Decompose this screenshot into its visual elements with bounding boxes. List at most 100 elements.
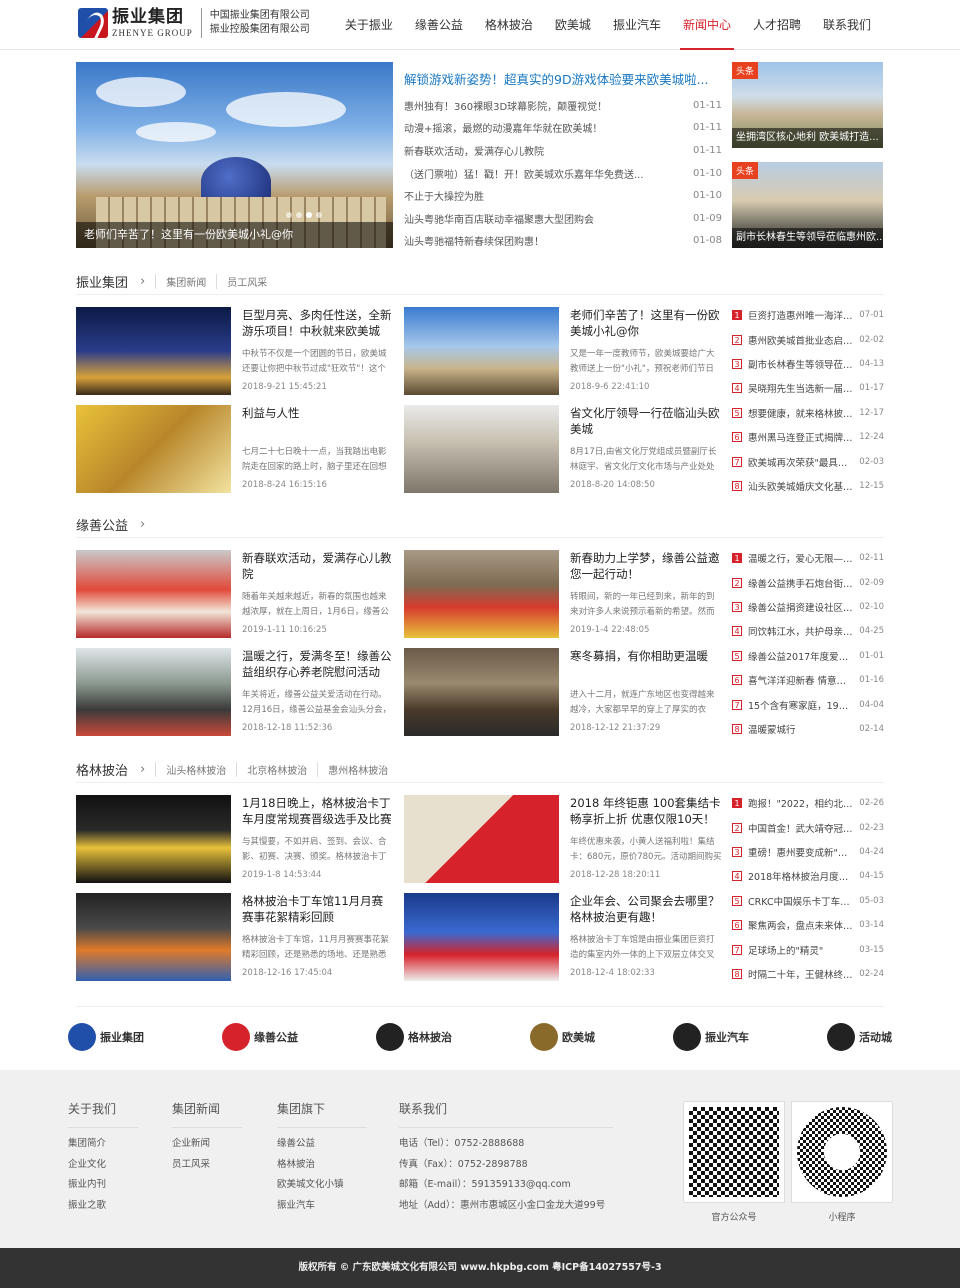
news-thumbnail[interactable] (76, 795, 231, 883)
ranked-list-item[interactable]: 6 喜气洋洋迎新春 情意浓浓... 01-16 (732, 668, 884, 692)
chevron-right-icon[interactable]: › (140, 274, 145, 289)
partner-logo[interactable]: 振业汽车 (673, 1023, 749, 1051)
nav-item[interactable]: 关于振业 (334, 0, 404, 50)
side-feature-1[interactable]: 头条 坐拥湾区核心地利 欧美城打造... (732, 62, 883, 148)
footer-link[interactable]: 集团简介 (68, 1134, 138, 1155)
nav-item[interactable]: 格林披治 (474, 0, 544, 50)
section-sub-link[interactable]: 集团新闻 (155, 274, 216, 289)
section-title[interactable]: 格林披治 (76, 760, 128, 779)
ranked-list-item[interactable]: 2 缘善公益携手石炮台街道... 02-09 (732, 570, 884, 594)
ranked-list-item[interactable]: 7 足球场上的"精灵" 03-15 (732, 937, 884, 961)
ranked-list-item[interactable]: 5 CRKC中国娱乐卡丁车大... 05-03 (732, 889, 884, 913)
ranked-list-item[interactable]: 5 缘善公益2017年度爱心历... 01-01 (732, 644, 884, 668)
news-thumbnail[interactable] (76, 405, 231, 493)
news-title[interactable]: 新春联欢活动，爱满存心儿教院 (242, 550, 394, 582)
brand-logo[interactable]: 振业集团 ZHENYE GROUP 中国振业集团有限公司 振业控股集团有限公司 (78, 8, 310, 38)
news-card[interactable]: 新春联欢活动，爱满存心儿教院 随着年关越来越近，新春的氛围也越来越浓厚，就在上周日… (76, 550, 394, 638)
news-card[interactable]: 温暖之行，爱满冬至！缘善公益组织存心养老院慰问活动 年关将近，缘善公益关爱活动在行… (76, 648, 394, 736)
ranked-list-item[interactable]: 6 惠州黑马连登正式揭牌开... 12-24 (732, 425, 884, 449)
ranked-list-item[interactable]: 1 跑报！"2022，相约北京... 02-26 (732, 791, 884, 815)
nav-item[interactable]: 新闻中心 (672, 0, 742, 50)
footer-link[interactable]: 员工风采 (172, 1155, 242, 1176)
news-card[interactable]: 新春助力上学梦，缘善公益邀您一起行动！ 转眼间，新的一年已经到来，新年的到来对许多… (404, 550, 722, 638)
footer-link[interactable]: 传真（Fax）：0752-2898788 (399, 1155, 613, 1176)
ranked-list-item[interactable]: 4 吴晓翔先生当选新一届香... 01-17 (732, 376, 884, 400)
news-thumbnail[interactable] (404, 648, 559, 736)
section-sub-link[interactable]: 惠州格林披治 (317, 762, 398, 777)
ranked-list-item[interactable]: 2 中国首金！武大靖夺冠，... 02-23 (732, 815, 884, 839)
ranked-list-item[interactable]: 4 同饮韩江水，共护母亲河... 04-25 (732, 619, 884, 643)
news-card[interactable]: 企业年会、公司聚会去哪里？格林披治更有趣！ 格林披治卡丁车馆是由振业集团巨资打造的… (404, 893, 722, 981)
hero-slider[interactable]: 老师们辛苦了！这里有一份欧美城小礼@你 (76, 62, 393, 248)
news-thumbnail[interactable] (76, 648, 231, 736)
news-card[interactable]: 1月18日晚上，格林披治卡丁车月度常规赛晋级选手及比赛 与其慢要，不如并肩、签到、… (76, 795, 394, 883)
footer-link[interactable]: 振业之歌 (68, 1196, 138, 1217)
slider-dots[interactable] (286, 212, 322, 218)
headline-item[interactable]: 不止于大操控为胜 01-10 (404, 184, 722, 207)
nav-item[interactable]: 缘善公益 (404, 0, 474, 50)
footer-link[interactable]: 振业汽车 (277, 1196, 367, 1217)
footer-link[interactable]: 企业新闻 (172, 1134, 242, 1155)
news-thumbnail[interactable] (404, 550, 559, 638)
news-title[interactable]: 巨型月亮、多肉任性送，全新游乐项目！中秋就来欧美城 (242, 307, 394, 339)
news-card[interactable]: 老师们辛苦了！这里有一份欧美城小礼@你 又是一年一度教师节，欧美城要给广大教师送上… (404, 307, 722, 395)
partner-logo[interactable]: 缘善公益 (222, 1023, 298, 1051)
headline-item[interactable]: 惠州独有！360裸眼3D球幕影院，颠覆视觉！ 01-11 (404, 94, 722, 117)
ranked-list-item[interactable]: 8 时隔二十年，王健林终究... 02-24 (732, 962, 884, 986)
news-thumbnail[interactable] (404, 307, 559, 395)
news-thumbnail[interactable] (76, 893, 231, 981)
chevron-right-icon[interactable]: › (140, 762, 145, 777)
section-title[interactable]: 振业集团 (76, 272, 128, 291)
footer-link[interactable]: 电话（Tel）：0752-2888688 (399, 1134, 613, 1155)
news-thumbnail[interactable] (404, 893, 559, 981)
news-title[interactable]: 格林披治卡丁车馆11月月赛赛事花絮精彩回顾 (242, 893, 394, 925)
ranked-list-item[interactable]: 5 想要健康，就来格林披治... 12-17 (732, 401, 884, 425)
headline-item[interactable]: 汕头粤驰福特新春续保团购惠！ 01-08 (404, 230, 722, 253)
footer-link[interactable]: 缘善公益 (277, 1134, 367, 1155)
ranked-list-item[interactable]: 7 欧美城再次荣获"最具发... 02-03 (732, 449, 884, 473)
news-card[interactable]: 省文化厅领导一行莅临汕头欧美城 8月17日,由省文化厅党组成员暨副厅长林庭宇、省文… (404, 405, 722, 493)
ranked-list-item[interactable]: 3 缘善公益捐资建设社区文... 02-10 (732, 595, 884, 619)
ranked-list-item[interactable]: 8 汕头欧美城婚庆文化基地... 12-15 (732, 474, 884, 498)
news-title[interactable]: 企业年会、公司聚会去哪里？格林披治更有趣！ (570, 893, 722, 925)
news-title[interactable]: 新春助力上学梦，缘善公益邀您一起行动！ (570, 550, 722, 582)
ranked-list-item[interactable]: 2 惠州欧美城首批业态启动... 02-02 (732, 327, 884, 351)
section-sub-link[interactable]: 北京格林披治 (236, 762, 317, 777)
news-card[interactable]: 寒冬募捐，有你相助更温暖 进入十二月，就连广东地区也变得越来越冷，大家都早早的穿上… (404, 648, 722, 736)
footer-link[interactable]: 格林披治 (277, 1155, 367, 1176)
chevron-right-icon[interactable]: › (140, 517, 145, 532)
headline-title[interactable]: 解锁游戏新姿势！超真实的9D游戏体验要来欧美城啦... (404, 69, 722, 88)
news-title[interactable]: 温暖之行，爱满冬至！缘善公益组织存心养老院慰问活动 (242, 648, 394, 680)
news-thumbnail[interactable] (404, 795, 559, 883)
footer-link[interactable]: 邮箱（E-mail）：591359133@qq.com (399, 1175, 613, 1196)
news-title[interactable]: 利益与人性 (242, 405, 394, 437)
side-feature-2[interactable]: 头条 副市长林春生等领导莅临惠州欧... (732, 162, 883, 248)
ranked-list-item[interactable]: 4 2018年格林披治月度常规... 04-15 (732, 864, 884, 888)
section-title[interactable]: 缘善公益 (76, 515, 128, 534)
ranked-list-item[interactable]: 1 温暖之行，爱心无限——... 02-11 (732, 546, 884, 570)
ranked-list-item[interactable]: 8 温暖蒙城行 02-14 (732, 717, 884, 741)
nav-item[interactable]: 欧美城 (544, 0, 602, 50)
partner-logo[interactable]: 振业集团 (68, 1023, 144, 1051)
news-title[interactable]: 省文化厅领导一行莅临汕头欧美城 (570, 405, 722, 437)
news-card[interactable]: 巨型月亮、多肉任性送，全新游乐项目！中秋就来欧美城 中秋节不仅是一个团圆的节日，欧… (76, 307, 394, 395)
footer-link[interactable]: 振业内刊 (68, 1175, 138, 1196)
nav-item[interactable]: 人才招聘 (742, 0, 812, 50)
news-card[interactable]: 格林披治卡丁车馆11月月赛赛事花絮精彩回顾 格林披治卡丁车馆，11月月赛赛事花絮精… (76, 893, 394, 981)
news-card[interactable]: 2018 年终钜惠 100套集结卡畅享折上折 优惠仅限10天！ 年终优惠来袭，小黄… (404, 795, 722, 883)
news-thumbnail[interactable] (76, 550, 231, 638)
news-title[interactable]: 老师们辛苦了！这里有一份欧美城小礼@你 (570, 307, 722, 339)
footer-link[interactable]: 企业文化 (68, 1155, 138, 1176)
section-sub-link[interactable]: 汕头格林披治 (155, 762, 236, 777)
section-sub-link[interactable]: 员工风采 (216, 274, 277, 289)
news-card[interactable]: 利益与人性七月二十七日晚十一点，当我踏出电影院走在回家的路上时，脑子里还在回想着… (76, 405, 394, 493)
news-thumbnail[interactable] (76, 307, 231, 395)
footer-link[interactable]: 地址（Add）：惠州市惠城区小金口金龙大道99号 (399, 1196, 613, 1217)
nav-item[interactable]: 联系我们 (812, 0, 882, 50)
headline-item[interactable]: 汕头粤驰华南百店联动幸福聚惠大型团购会 01-09 (404, 207, 722, 230)
hero-caption[interactable]: 老师们辛苦了！这里有一份欧美城小礼@你 (76, 222, 393, 248)
news-title[interactable]: 1月18日晚上，格林披治卡丁车月度常规赛晋级选手及比赛 (242, 795, 394, 827)
headline-item[interactable]: 新春联欢活动，爱满存心儿教院 01-11 (404, 139, 722, 162)
ranked-list-item[interactable]: 6 聚焦两会，盘点未来体育... 03-14 (732, 913, 884, 937)
partner-logo[interactable]: 欧美城 (530, 1023, 595, 1051)
